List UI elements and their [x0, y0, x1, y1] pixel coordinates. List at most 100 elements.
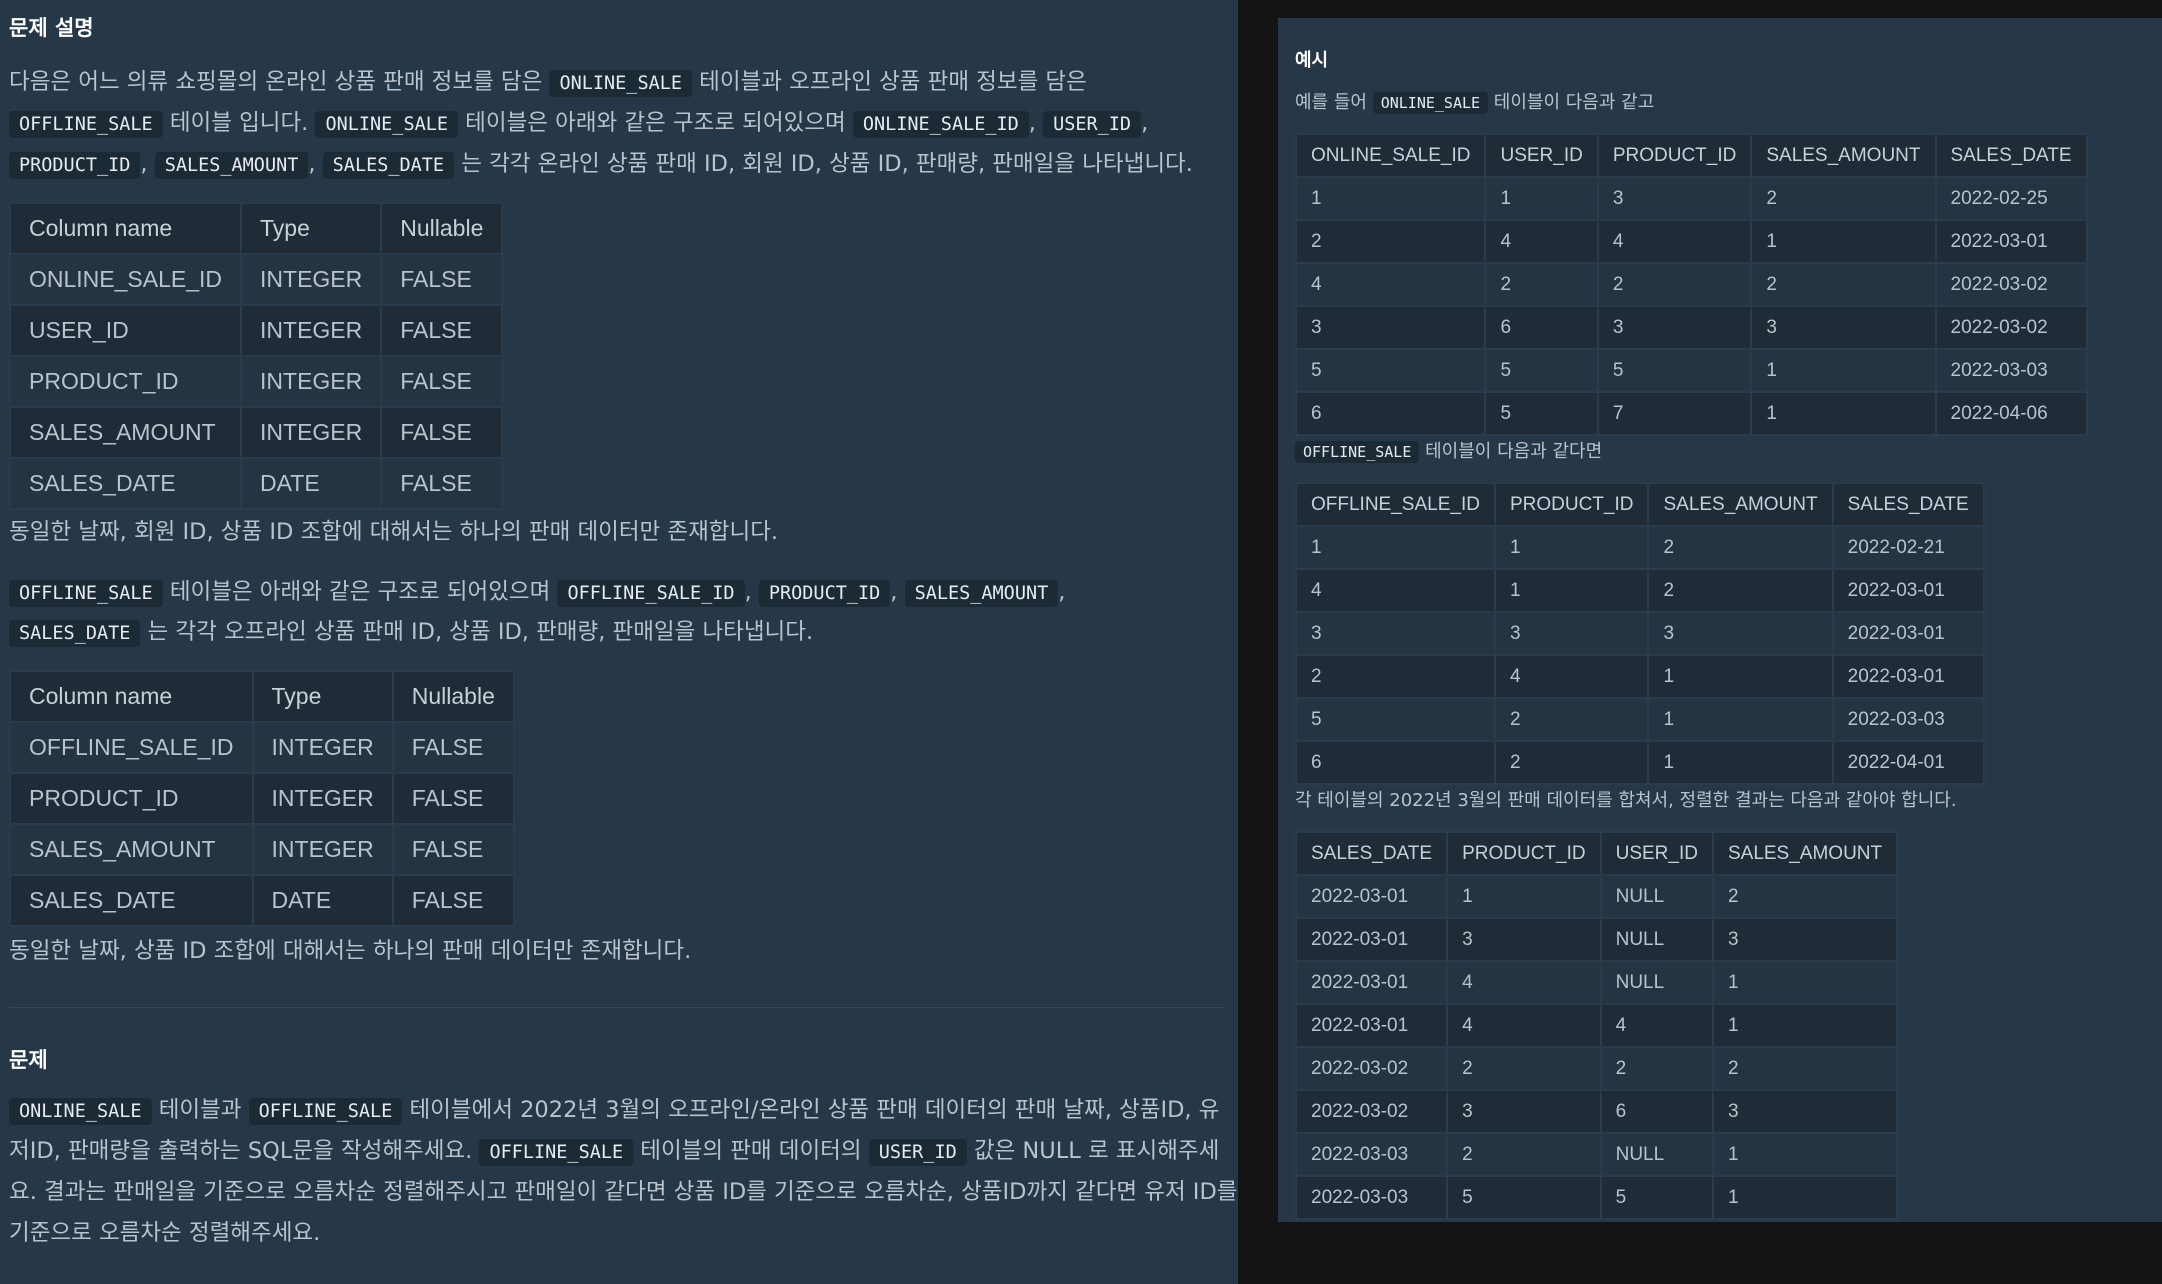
table-cell: NULL	[1599, 960, 1714, 1005]
text: 테이블 입니다.	[169, 110, 309, 136]
text: 값은 NULL 로 표시해주세	[973, 1138, 1220, 1164]
problem-line-1: ONLINE_SALE 테이블과 OFFLINE_SALE 테이블에서 2022…	[9, 1090, 1219, 1132]
column-header: SALES_DATE	[1831, 482, 1985, 527]
table-cell: 5	[1294, 348, 1487, 393]
table-cell: 1	[1493, 525, 1650, 570]
column-header: Column name	[8, 202, 243, 255]
section-heading-problem: 문제	[9, 1048, 48, 1072]
code-online-sale: ONLINE_SALE	[9, 1098, 152, 1125]
table-cell: FALSE	[380, 253, 504, 306]
comma: ,	[890, 579, 898, 605]
table-row: SALES_AMOUNT INTEGER FALSE	[9, 823, 515, 876]
divider	[9, 1007, 1224, 1008]
table-cell: NULL	[1599, 917, 1714, 962]
table-cell: FALSE	[391, 823, 515, 876]
comma: ,	[1058, 579, 1066, 605]
table-cell: NULL	[1599, 1132, 1714, 1177]
table-cell: 2	[1647, 568, 1834, 613]
table-cell: 2	[1750, 176, 1937, 221]
comma: ,	[744, 579, 752, 605]
code-sales-amount: SALES_AMOUNT	[154, 152, 309, 179]
column-header: SALES_AMOUNT	[1647, 482, 1834, 527]
table-row: 1 1 3 2 2022-02-25	[1294, 176, 2088, 221]
text: 저ID, 판매량을 출력하는 SQL문을 작성해주세요.	[9, 1138, 473, 1164]
code-offline-sale: OFFLINE_SALE	[479, 1139, 634, 1166]
table-cell: 3	[1596, 176, 1753, 221]
table-cell: 1	[1446, 874, 1602, 919]
offline-intro-line-2: SALES_DATE 는 각각 오프라인 상품 판매 ID, 상품 ID, 판매…	[9, 612, 813, 654]
table-cell: 2	[1295, 654, 1496, 699]
example-line-2: OFFLINE_SALE 테이블이 다음과 같다면	[1295, 437, 1602, 467]
table-cell: INTEGER	[240, 355, 383, 408]
code-online-sale: ONLINE_SALE	[1372, 92, 1489, 114]
table-cell: 1	[1711, 1132, 1899, 1177]
column-header: SALES_DATE	[1294, 831, 1449, 876]
table-row: 2 4 1 2022-03-01	[1295, 654, 1985, 699]
text: 다음은 어느 의류 쇼핑몰의 온라인 상품 판매 정보를 담은	[9, 69, 543, 95]
table-cell: 2022-03-01	[1934, 219, 2088, 264]
table-cell: INTEGER	[251, 823, 394, 876]
table-row: SALES_DATE DATE FALSE	[8, 457, 504, 510]
problem-line-3: 요. 결과는 판매일을 기준으로 오름차순 정렬해주시고 판매일이 같다면 상품…	[9, 1179, 1238, 1205]
comma: ,	[140, 151, 148, 177]
table-row: 2022-03-01 1 NULL 2	[1294, 874, 1899, 919]
table-cell: FALSE	[391, 874, 515, 927]
table-cell: 6	[1484, 305, 1599, 350]
table-header-row: Column name Type Nullable	[8, 202, 504, 255]
table-cell: 2	[1711, 874, 1899, 919]
section-heading-example: 예시	[1295, 50, 1329, 71]
table-cell: FALSE	[380, 355, 504, 408]
table-cell: SALES_AMOUNT	[8, 406, 243, 459]
table-cell: 2022-03-01	[1294, 1003, 1449, 1048]
column-header: Nullable	[391, 670, 515, 723]
table-cell: 2	[1596, 262, 1753, 307]
table-cell: 1	[1647, 740, 1834, 785]
table-cell: PRODUCT_ID	[8, 355, 243, 408]
table-cell: SALES_AMOUNT	[9, 823, 254, 876]
table-row: 6 5 7 1 2022-04-06	[1294, 391, 2088, 436]
table-cell: 2022-04-06	[1934, 391, 2088, 436]
table-cell: 2022-03-01	[1831, 654, 1985, 699]
table-row: 6 2 1 2022-04-01	[1295, 740, 1985, 785]
table-cell: 3	[1711, 917, 1899, 962]
table-cell: 2	[1484, 262, 1599, 307]
table-row: 2022-03-01 4 NULL 1	[1294, 960, 1899, 1005]
table-row: 4 2 2 2 2022-03-02	[1294, 262, 2088, 307]
table-cell: INTEGER	[240, 253, 383, 306]
column-header: Type	[251, 670, 394, 723]
code-sales-date: SALES_DATE	[9, 620, 141, 647]
table-cell: 2	[1493, 740, 1650, 785]
table-cell: 3	[1647, 611, 1834, 656]
table-header-row: ONLINE_SALE_ID USER_ID PRODUCT_ID SALES_AMO…	[1294, 133, 2088, 178]
table-cell: SALES_DATE	[9, 874, 254, 927]
table-cell: 5	[1484, 391, 1599, 436]
table-cell: FALSE	[380, 406, 504, 459]
table-cell: 5	[1484, 348, 1599, 393]
column-header: Type	[240, 202, 383, 255]
table-cell: 1	[1711, 1175, 1899, 1220]
table-cell: 2	[1446, 1132, 1602, 1177]
table-cell: 2	[1647, 525, 1834, 570]
intro-line-2: OFFLINE_SALE 테이블 입니다. ONLINE_SALE 테이블은 아…	[9, 103, 1148, 145]
table-cell: FALSE	[391, 721, 515, 774]
text: 테이블은 아래와 같은 구조로 되어있으며	[169, 579, 551, 605]
table-cell: 1	[1484, 176, 1599, 221]
table-header-row: Column name Type Nullable	[9, 670, 515, 723]
online-sale-example-table: ONLINE_SALE_ID USER_ID PRODUCT_ID SALES_AMO…	[1294, 133, 2088, 436]
table-row: 3 6 3 3 2022-03-02	[1294, 305, 2088, 350]
offline-sale-example-table: OFFLINE_SALE_ID PRODUCT_ID SALES_AMOUNT SAL…	[1295, 482, 1985, 785]
table-row: 2022-03-01 3 NULL 3	[1294, 917, 1899, 962]
table-cell: 4	[1493, 654, 1650, 699]
problem-line-2: 저ID, 판매량을 출력하는 SQL문을 작성해주세요. OFFLINE_SAL…	[9, 1131, 1219, 1173]
column-header: SALES_AMOUNT	[1711, 831, 1899, 876]
table-cell: 6	[1294, 391, 1487, 436]
note-offline: 동일한 날짜, 상품 ID 조합에 대해서는 하나의 판매 데이터만 존재합니다…	[9, 938, 692, 964]
table-cell: 1	[1750, 219, 1937, 264]
code-online-sale: ONLINE_SALE	[315, 111, 459, 138]
code-sales-date: SALES_DATE	[322, 152, 455, 179]
table-cell: 3	[1711, 1089, 1899, 1134]
table-cell: 1	[1493, 568, 1650, 613]
table-row: SALES_DATE DATE FALSE	[9, 874, 515, 927]
offline-sale-schema-table: Column name Type Nullable OFFLINE_SALE_ID IN…	[9, 670, 515, 927]
table-row: 2022-03-03 2 NULL 1	[1294, 1132, 1899, 1177]
